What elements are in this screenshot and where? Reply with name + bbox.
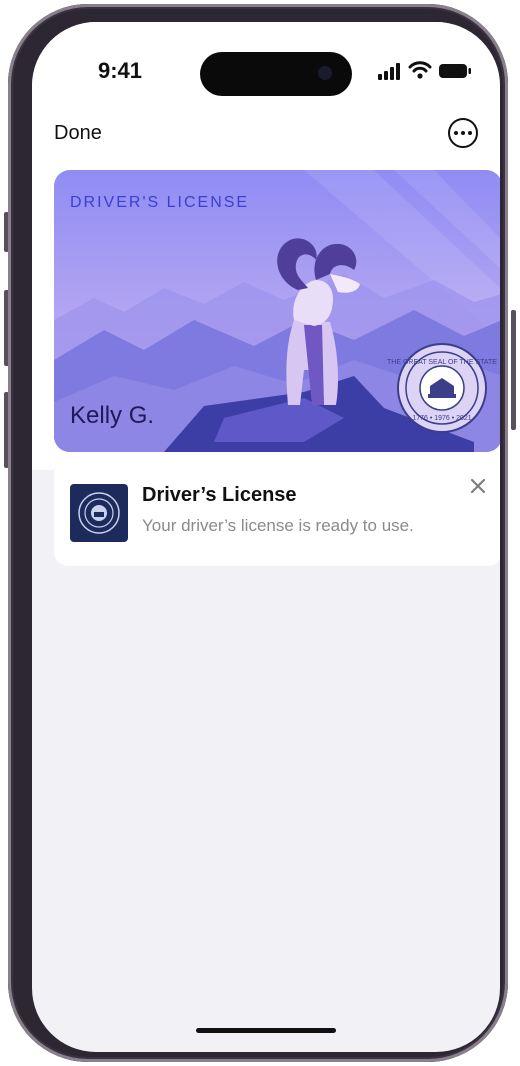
ellipsis-circle-icon[interactable] [448, 118, 478, 148]
wifi-icon [408, 61, 432, 79]
battery-icon [439, 64, 471, 78]
status-time: 9:41 [98, 58, 143, 83]
card-type-label: DRIVER'S LICENSE [70, 194, 250, 211]
phone-screen: 9:41 Done THE GREAT SEAL OF THE STATE 17… [32, 22, 500, 1052]
seal-years: 1776 • 1976 • 2021 [412, 415, 472, 422]
phone-frame: 9:41 Done THE GREAT SEAL OF THE STATE 17… [8, 4, 508, 1062]
dynamic-island [200, 52, 352, 96]
camera-icon [318, 66, 332, 80]
notification-banner[interactable]: Driver’s License Your driver’s license i… [54, 460, 500, 566]
state-seal-icon [70, 484, 128, 542]
done-button[interactable]: Done [54, 122, 102, 145]
signal-icon [378, 63, 400, 80]
home-indicator[interactable] [196, 1028, 336, 1033]
notification-body: Your driver’s license is ready to use. [142, 516, 414, 535]
close-icon[interactable] [468, 476, 488, 496]
seal-text: THE GREAT SEAL OF THE STATE [387, 359, 497, 366]
drivers-license-card[interactable]: THE GREAT SEAL OF THE STATE 1776 • 1976 … [54, 170, 500, 452]
power-button[interactable] [511, 310, 516, 430]
notification-title: Driver’s License [142, 484, 297, 506]
top-navigation: Done [32, 110, 500, 170]
card-holder-name: Kelly G. [70, 402, 155, 429]
